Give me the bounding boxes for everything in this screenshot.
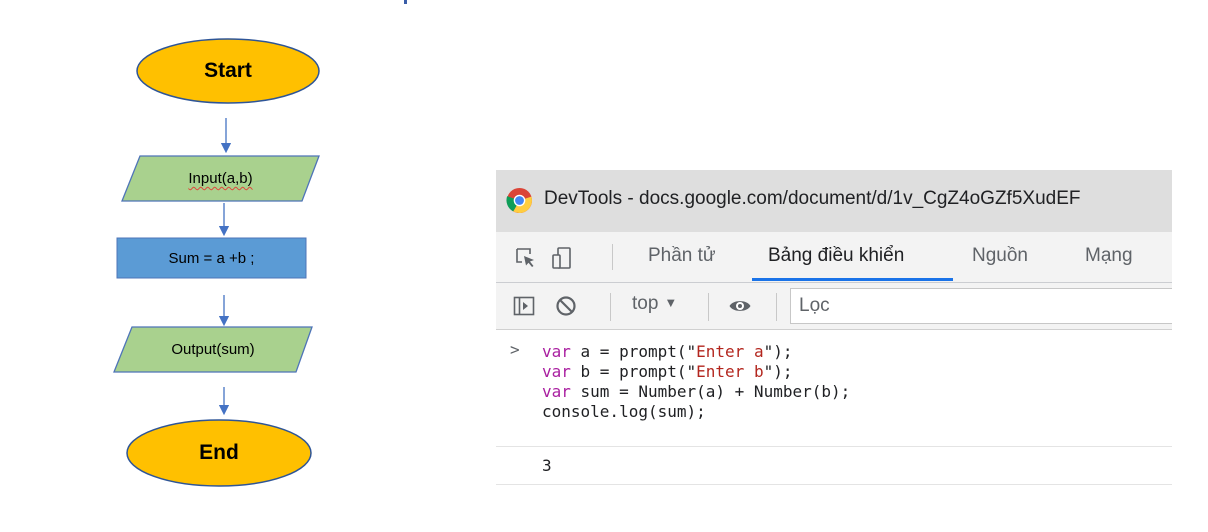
live-expression-eye-icon[interactable]	[728, 294, 752, 318]
console-row-divider	[496, 484, 1172, 485]
clear-console-icon[interactable]	[554, 294, 578, 318]
toolbar-separator	[776, 293, 777, 321]
window-title: DevTools - docs.google.com/document/d/1v…	[544, 188, 1081, 209]
filter-input[interactable]	[799, 295, 1159, 317]
code-line: var sum = Number(a) + Number(b);	[542, 382, 851, 401]
toolbar-separator	[610, 293, 611, 321]
chevron-down-icon: ▼	[664, 295, 678, 310]
inspect-element-icon[interactable]	[514, 246, 538, 270]
code-line: var a = prompt("Enter a");	[542, 342, 793, 361]
tab-elements[interactable]: Phần tử	[648, 232, 716, 282]
chrome-logo-icon	[506, 187, 533, 214]
input-label: Input(a,b)	[122, 156, 319, 201]
toolbar-separator	[708, 293, 709, 321]
active-tab-indicator	[752, 278, 953, 281]
start-label: Start	[204, 59, 252, 82]
chevron-right-icon: >	[510, 340, 520, 359]
panel-tab-bar: Phần tử Bảng điều khiển Nguồn Mạng	[496, 232, 1172, 283]
input-label-text: Input(a,b)	[188, 170, 253, 187]
code-line: console.log(sum);	[542, 402, 706, 421]
code-line: var b = prompt("Enter b");	[542, 362, 793, 381]
console-toolbar: top ▼	[496, 283, 1172, 330]
tab-network[interactable]: Mạng	[1085, 232, 1133, 282]
end-label: End	[199, 441, 239, 464]
console-output: 3	[542, 456, 552, 475]
device-toolbar-icon[interactable]	[550, 246, 574, 270]
filter-box	[790, 288, 1172, 324]
console-input-code: var a = prompt("Enter a"); var b = prompt…	[542, 342, 850, 422]
console-row-divider	[496, 446, 1172, 447]
devtools-window: DevTools - docs.google.com/document/d/1v…	[496, 170, 1172, 488]
title-bar: DevTools - docs.google.com/document/d/1v…	[496, 170, 1172, 232]
flowchart: Start Input(a,b) Sum = a +b ; Output(sum…	[0, 0, 480, 532]
context-selector[interactable]: top ▼	[632, 293, 677, 315]
sidebar-toggle-icon[interactable]	[512, 294, 536, 318]
tab-sources[interactable]: Nguồn	[972, 232, 1028, 282]
console-panel: > var a = prompt("Enter a"); var b = prom…	[496, 330, 1172, 488]
process-label: Sum = a +b ;	[168, 249, 255, 267]
tab-separator	[612, 244, 613, 270]
context-label: top	[632, 293, 659, 314]
tab-console[interactable]: Bảng điều khiển	[768, 232, 904, 282]
output-label: Output(sum)	[171, 341, 255, 358]
